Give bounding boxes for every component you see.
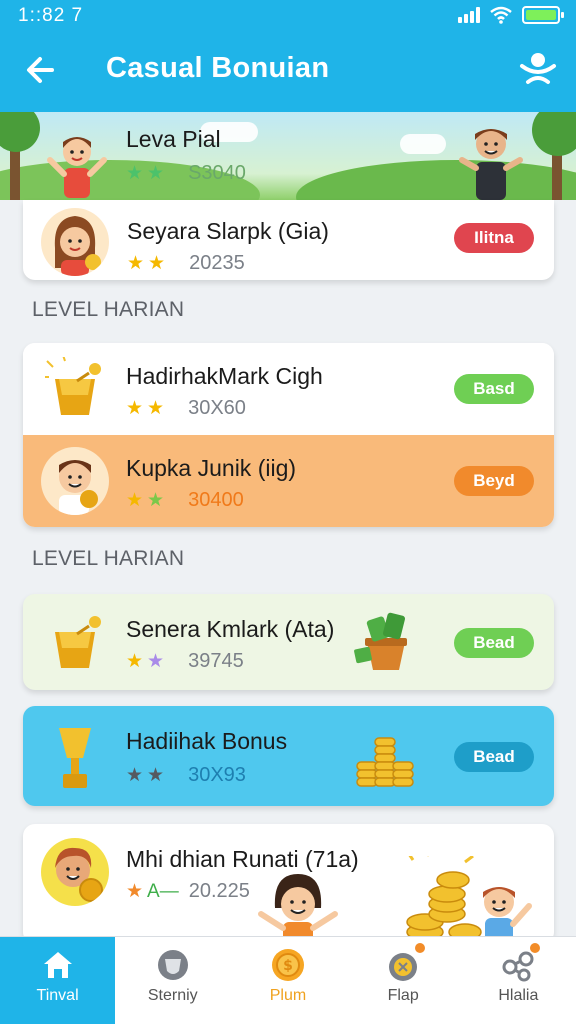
star-icon: ★ xyxy=(147,163,165,184)
nav-label: Tinval xyxy=(36,987,79,1004)
star-icon: ★ xyxy=(126,490,144,511)
app-bar: Casual Bonuian xyxy=(0,30,576,112)
tree-icon xyxy=(532,112,576,200)
nav-label: Hlalia xyxy=(498,987,539,1004)
girl-character-icon xyxy=(258,874,338,936)
battery-icon xyxy=(522,6,564,24)
item-action-button[interactable]: Basd xyxy=(454,374,534,404)
star-icon: ★ xyxy=(126,881,144,902)
item-title: Kupka Junik (iig) xyxy=(126,455,297,481)
coin-stack-icon xyxy=(356,737,414,787)
star-icon: ★ xyxy=(147,490,165,511)
nav-item-coin[interactable]: $ Plum xyxy=(230,937,345,1024)
nav-item-share[interactable]: Hlalia xyxy=(461,937,576,1024)
nav-label: Plum xyxy=(269,987,307,1004)
star-icon: ★ xyxy=(126,163,144,184)
back-arrow-icon[interactable] xyxy=(22,48,66,92)
kid-character-icon xyxy=(47,137,107,198)
star-icon: ★ xyxy=(147,651,165,672)
star-icon: ★ xyxy=(126,765,144,786)
bottom-nav: Tinval Sterniy $ Plum Flap Hlalia xyxy=(0,936,576,1024)
avatar xyxy=(41,208,109,276)
banner[interactable]: Leva Pial ★ ★ S3040 xyxy=(0,112,576,200)
star-icon: ★ xyxy=(126,651,144,672)
star-icon: ★ xyxy=(127,253,145,274)
nav-label: Flap xyxy=(387,987,419,1004)
boy-character-icon xyxy=(483,887,532,936)
status-bar: 1::82 7 xyxy=(0,0,576,30)
section-card-group: HadirhakMark Cigh ★ ★ 30X60 Basd Kupka J… xyxy=(23,343,554,527)
signal-icon xyxy=(458,7,480,23)
featured-title: Seyara Slarpk (Gia) xyxy=(127,218,329,244)
nav-label: Sterniy xyxy=(147,987,198,1004)
list-item[interactable]: Hadiihak Bonus ★ ★ 30X93 Bead xyxy=(23,706,554,806)
home-icon xyxy=(43,952,72,978)
featured-action-button[interactable]: Ilitna xyxy=(454,223,534,253)
medal-icon xyxy=(389,953,418,981)
rank-label: A— xyxy=(147,880,179,902)
star-icon: ★ xyxy=(148,253,166,274)
item-score: 30400 xyxy=(188,489,244,511)
section-header: LEVEL HARIAN xyxy=(32,547,185,570)
user-icon[interactable] xyxy=(518,48,558,88)
nav-item-home[interactable]: Tinval xyxy=(0,937,116,1024)
star-icon: ★ xyxy=(126,398,144,419)
trophy-cup-icon xyxy=(45,357,101,415)
item-title: Senera Kmlark (Ata) xyxy=(126,616,335,642)
svg-text:$: $ xyxy=(283,958,293,974)
trophy-cup-icon xyxy=(55,616,101,668)
item-score: 39745 xyxy=(188,650,244,672)
nav-item-medal[interactable]: Flap xyxy=(346,937,461,1024)
banner-score: S3040 xyxy=(188,162,246,184)
list-item[interactable]: Kupka Junik (iig) ★ ★ 30400 Beyd xyxy=(23,435,554,527)
item-score: 30X60 xyxy=(188,397,246,419)
share-icon xyxy=(502,951,534,982)
avatar xyxy=(41,447,109,515)
coin-icon: $ xyxy=(271,949,304,981)
gold-trophy-icon xyxy=(59,728,91,788)
shield-icon xyxy=(157,950,188,980)
notification-dot-icon xyxy=(414,943,425,953)
star-icon: ★ xyxy=(147,398,165,419)
boy-character-icon xyxy=(459,129,523,200)
item-action-button[interactable]: Beyd xyxy=(454,466,534,496)
item-action-button[interactable]: Bead xyxy=(454,742,534,772)
content-scroll[interactable]: Leva Pial ★ ★ S3040 Seyara Slarpk (Gia) … xyxy=(0,112,576,936)
star-icon: ★ xyxy=(147,765,165,786)
featured-score: 20235 xyxy=(189,252,245,274)
page-title: Casual Bonuian xyxy=(106,52,330,84)
money-plant-icon xyxy=(354,612,407,670)
section-header: LEVEL HARIAN xyxy=(32,298,185,321)
item-title: HadirhakMark Cigh xyxy=(126,363,323,389)
item-title: Hadiihak Bonus xyxy=(126,728,288,754)
nav-item-shield[interactable]: Sterniy xyxy=(115,937,230,1024)
list-item[interactable]: HadirhakMark Cigh ★ ★ 30X60 Basd xyxy=(23,343,554,435)
item-score: 30X93 xyxy=(188,764,246,786)
status-time: 1::82 7 xyxy=(18,5,84,26)
item-action-button[interactable]: Bead xyxy=(454,628,534,658)
wifi-icon xyxy=(490,6,512,24)
featured-card[interactable]: Seyara Slarpk (Gia) ★ ★ 20235 Ilitna xyxy=(23,200,554,280)
list-item[interactable]: Mhi dhian Runati (71a) ★ A— 20.225 xyxy=(23,824,554,936)
banner-title: Leva Pial xyxy=(126,126,221,152)
list-item[interactable]: Senera Kmlark (Ata) ★ ★ 39745 Bead xyxy=(23,594,554,690)
notification-dot-icon xyxy=(529,943,540,953)
tree-icon xyxy=(0,112,40,200)
item-score: 20.225 xyxy=(188,880,250,902)
avatar xyxy=(41,838,109,906)
